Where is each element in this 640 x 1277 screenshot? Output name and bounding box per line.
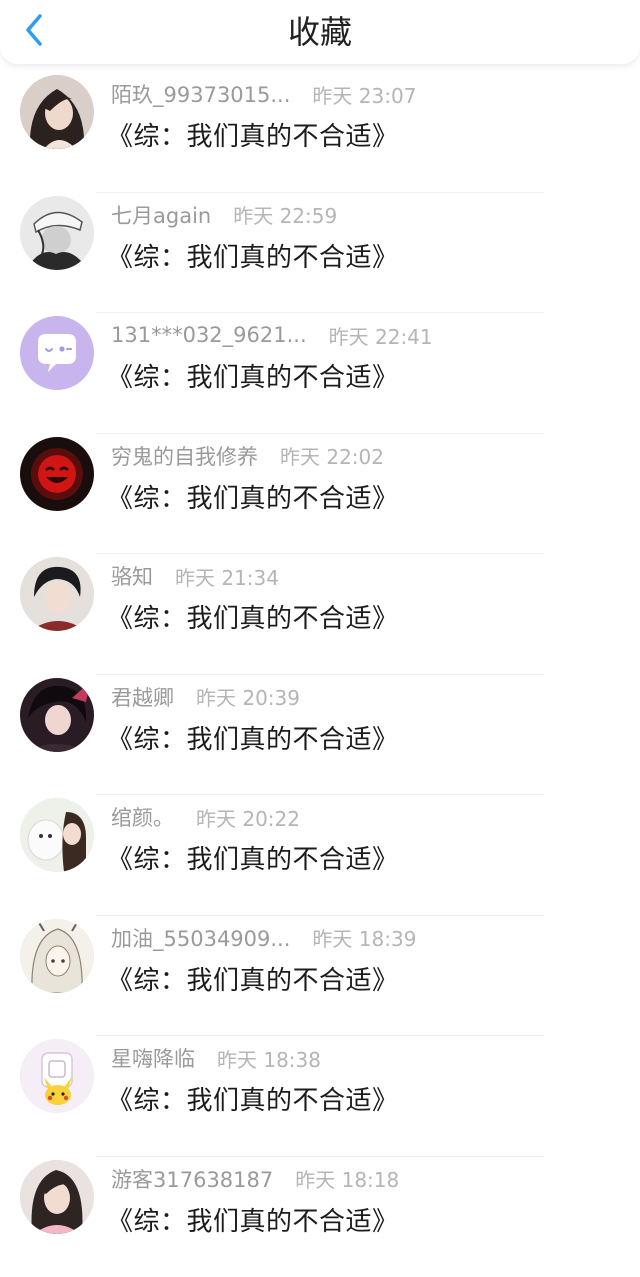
list-item[interactable]: 加油_55034909... 昨天 18:39 《综：我们真的不合适》 bbox=[0, 916, 640, 1037]
timestamp: 昨天 22:59 bbox=[233, 200, 337, 229]
page-title: 收藏 bbox=[0, 12, 640, 52]
book-title[interactable]: 《综：我们真的不合适》 bbox=[107, 1080, 399, 1117]
timestamp: 昨天 20:22 bbox=[196, 803, 300, 832]
list-item[interactable]: 星嗨降临 昨天 18:38 《综：我们真的不合适》 bbox=[0, 1036, 640, 1157]
list-item[interactable]: 骆知 昨天 21:34 《综：我们真的不合适》 bbox=[0, 554, 640, 675]
username[interactable]: 七月again bbox=[111, 200, 211, 230]
timestamp: 昨天 20:39 bbox=[196, 682, 300, 711]
avatar[interactable] bbox=[20, 75, 94, 149]
avatar[interactable] bbox=[20, 196, 94, 270]
book-title[interactable]: 《综：我们真的不合适》 bbox=[107, 357, 399, 394]
avatar[interactable] bbox=[20, 798, 94, 872]
top-bar: 收藏 bbox=[0, 0, 640, 64]
timestamp: 昨天 22:02 bbox=[280, 441, 384, 470]
list-item[interactable]: 七月again 昨天 22:59 《综：我们真的不合适》 bbox=[0, 193, 640, 314]
avatar[interactable] bbox=[20, 1039, 94, 1113]
book-title[interactable]: 《综：我们真的不合适》 bbox=[107, 598, 399, 635]
username[interactable]: 绾颜。 bbox=[111, 802, 174, 832]
timestamp: 昨天 23:07 bbox=[312, 80, 416, 109]
username[interactable]: 星嗨降临 bbox=[111, 1043, 195, 1073]
book-title[interactable]: 《综：我们真的不合适》 bbox=[107, 237, 399, 274]
username[interactable]: 131***032_9621... bbox=[111, 323, 307, 347]
list-item[interactable]: 131***032_9621... 昨天 22:41 《综：我们真的不合适》 bbox=[0, 313, 640, 434]
username[interactable]: 加油_55034909... bbox=[111, 923, 290, 953]
list-item[interactable]: 穷鬼的自我修养 昨天 22:02 《综：我们真的不合适》 bbox=[0, 434, 640, 555]
username[interactable]: 游客317638187 bbox=[111, 1164, 273, 1194]
book-title[interactable]: 《综：我们真的不合适》 bbox=[107, 478, 399, 515]
book-title[interactable]: 《综：我们真的不合适》 bbox=[107, 1201, 399, 1238]
username[interactable]: 骆知 bbox=[111, 561, 153, 591]
username[interactable]: 穷鬼的自我修养 bbox=[111, 441, 258, 471]
favorites-list: 陌玖_99373015... 昨天 23:07 《综：我们真的不合适》 七月ag… bbox=[0, 72, 640, 1277]
book-title[interactable]: 《综：我们真的不合适》 bbox=[107, 116, 399, 153]
avatar[interactable] bbox=[20, 316, 94, 390]
avatar[interactable] bbox=[20, 437, 94, 511]
timestamp: 昨天 21:34 bbox=[175, 562, 279, 591]
avatar[interactable] bbox=[20, 557, 94, 631]
book-title[interactable]: 《综：我们真的不合适》 bbox=[107, 960, 399, 997]
list-item[interactable]: 陌玖_99373015... 昨天 23:07 《综：我们真的不合适》 bbox=[0, 72, 640, 193]
timestamp: 昨天 18:18 bbox=[295, 1164, 399, 1193]
list-item[interactable]: 君越卿 昨天 20:39 《综：我们真的不合适》 bbox=[0, 675, 640, 796]
timestamp: 昨天 18:39 bbox=[312, 923, 416, 952]
book-title[interactable]: 《综：我们真的不合适》 bbox=[107, 719, 399, 756]
timestamp: 昨天 22:41 bbox=[329, 321, 433, 350]
avatar[interactable] bbox=[20, 1160, 94, 1234]
avatar[interactable] bbox=[20, 919, 94, 993]
avatar[interactable] bbox=[20, 678, 94, 752]
list-item[interactable]: 游客317638187 昨天 18:18 《综：我们真的不合适》 bbox=[0, 1157, 640, 1277]
book-title[interactable]: 《综：我们真的不合适》 bbox=[107, 839, 399, 876]
list-item[interactable]: 绾颜。 昨天 20:22 《综：我们真的不合适》 bbox=[0, 795, 640, 916]
username[interactable]: 陌玖_99373015... bbox=[111, 79, 290, 109]
timestamp: 昨天 18:38 bbox=[217, 1044, 321, 1073]
username[interactable]: 君越卿 bbox=[111, 682, 174, 712]
